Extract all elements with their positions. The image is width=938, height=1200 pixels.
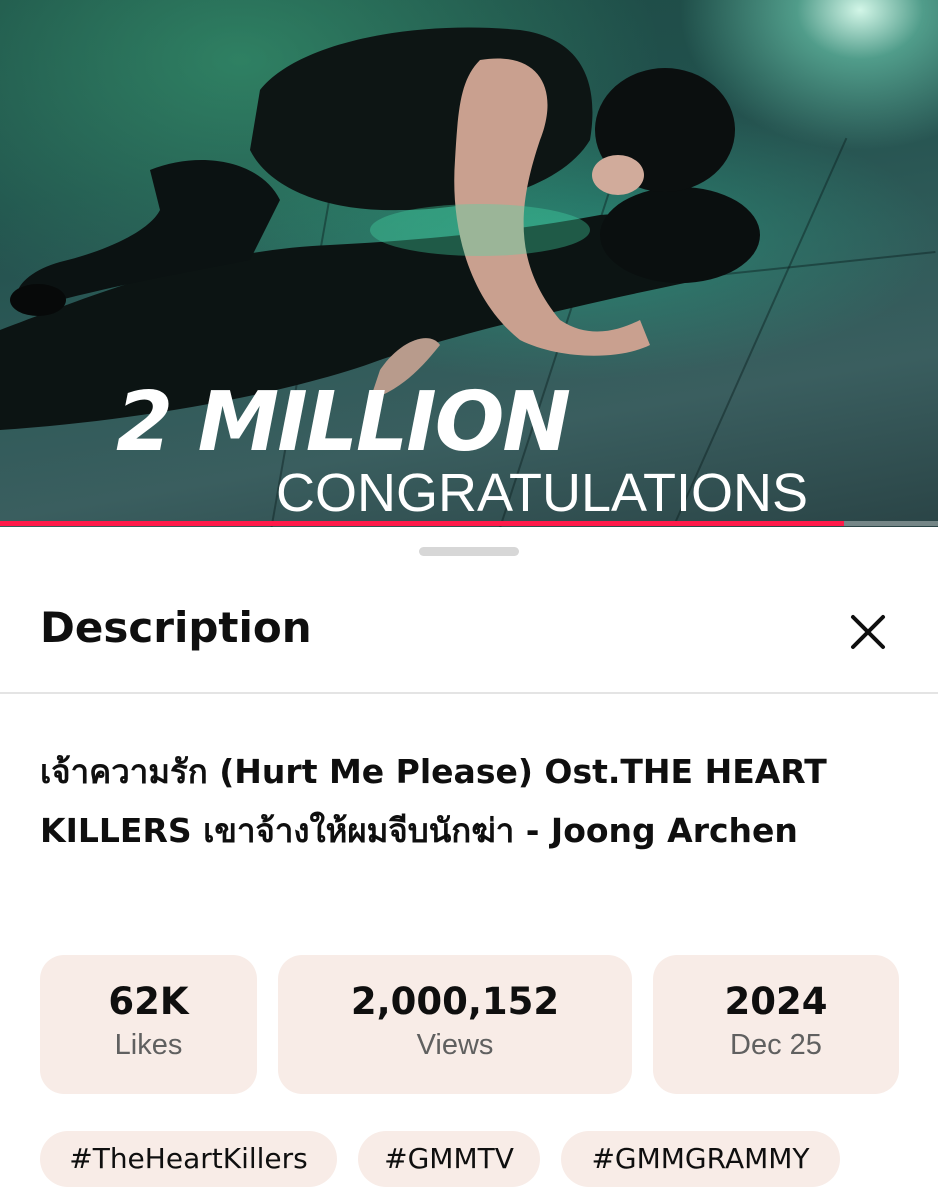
drag-handle[interactable]	[419, 547, 519, 556]
hashtag-theheartkillers[interactable]: #TheHeartKillers	[40, 1131, 337, 1187]
hashtag-gmmtv[interactable]: #GMMTV	[358, 1131, 540, 1187]
video-player[interactable]: 2 MILLION CONGRATULATIONS	[0, 0, 938, 527]
video-title: เจ้าความรัก (Hurt Me Please) Ost.THE HEA…	[40, 752, 827, 850]
likes-label: Likes	[114, 1029, 183, 1061]
overlay-headline: 2 MILLION	[116, 375, 571, 470]
publish-date-stat: 2024 Dec 25	[653, 955, 899, 1094]
close-icon	[851, 615, 885, 649]
publish-day: Dec 25	[730, 1029, 822, 1061]
views-stat: 2,000,152 Views	[278, 955, 632, 1094]
views-label: Views	[416, 1029, 494, 1061]
hashtag-gmmgrammy[interactable]: #GMMGRAMMY	[561, 1131, 840, 1187]
video-progress-bar[interactable]	[0, 521, 938, 526]
likes-stat: 62K Likes	[40, 955, 257, 1094]
sheet-title: Description	[40, 603, 312, 652]
likes-count: 62K	[108, 980, 189, 1023]
sheet-divider	[0, 692, 938, 694]
publish-year: 2024	[724, 980, 828, 1023]
close-button[interactable]	[844, 608, 892, 656]
overlay-subheadline: CONGRATULATIONS	[276, 463, 809, 523]
video-progress-fill	[0, 521, 845, 526]
description-sheet: Description เจ้าความรัก (Hurt Me Please)…	[0, 527, 938, 1200]
views-count: 2,000,152	[350, 980, 560, 1023]
